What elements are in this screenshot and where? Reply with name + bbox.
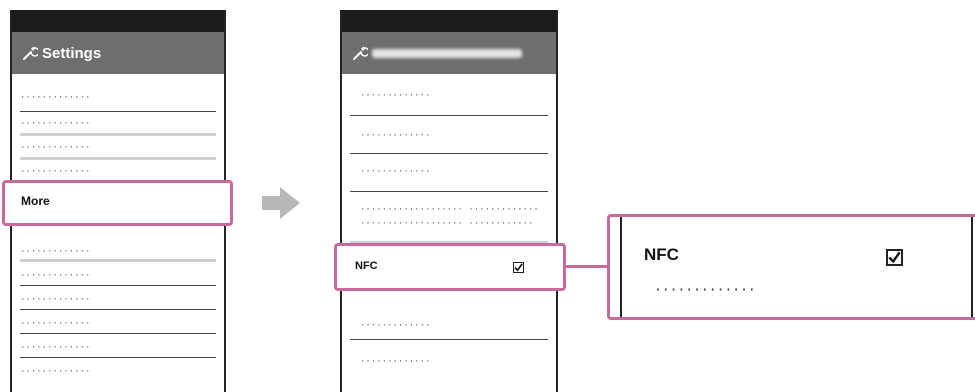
wrench-icon xyxy=(23,46,38,60)
list-item-label: ············· xyxy=(20,143,91,153)
zoom-nfc-label: NFC xyxy=(644,245,679,264)
nfc-zoom-callout: NFC ············· xyxy=(607,214,975,320)
more-label: More xyxy=(21,194,50,208)
list-item-label: ············· xyxy=(360,357,431,367)
wireless-title-bar xyxy=(342,32,556,74)
status-bar xyxy=(12,10,224,32)
list-item[interactable]: ············· xyxy=(350,306,548,340)
list-item-label: ············· xyxy=(20,343,91,353)
list-item[interactable]: ············· xyxy=(20,88,216,112)
list-item[interactable]: ············· xyxy=(350,76,548,116)
checkmark-icon xyxy=(888,251,901,264)
page-title: Settings xyxy=(42,44,102,62)
list-item-label: ············· xyxy=(20,93,91,103)
more-menu-item[interactable]: More xyxy=(2,180,233,226)
list-item-label: ············· xyxy=(20,271,91,281)
zoom-right-bar xyxy=(971,217,973,317)
list-item[interactable]: ············· xyxy=(20,310,216,334)
list-item[interactable]: ··················· ············· ······… xyxy=(350,192,548,244)
nfc-checkbox[interactable] xyxy=(513,262,524,273)
nfc-menu-item[interactable]: NFC xyxy=(334,243,566,291)
list-item[interactable]: ············· xyxy=(20,358,216,382)
zoom-connector xyxy=(566,265,610,268)
list-item-label: ············· xyxy=(360,91,431,101)
list-item[interactable]: ············· xyxy=(20,112,216,136)
list-item-label: ············· xyxy=(20,119,91,129)
wireless-networks-screen: ············· ············· ············… xyxy=(340,10,558,392)
list-item-label: ············· xyxy=(20,167,91,177)
list-item[interactable]: ············· xyxy=(350,116,548,154)
list-item-label: ··················· ············· xyxy=(360,205,539,215)
list-item-label: ············· xyxy=(20,247,91,257)
list-item-label: ············· xyxy=(360,131,431,141)
list-item[interactable]: ············· xyxy=(20,334,216,358)
arrow-right-icon xyxy=(262,187,300,219)
list-item[interactable]: ············· xyxy=(20,286,216,310)
list-item-label: ············· xyxy=(20,295,91,305)
list-item[interactable]: ············· xyxy=(20,240,216,262)
settings-title-bar: Settings xyxy=(12,32,224,74)
checkmark-icon xyxy=(514,263,523,272)
blurred-title xyxy=(372,48,522,58)
list-item[interactable]: ············· xyxy=(20,136,216,160)
zoom-nfc-summary: ············· xyxy=(654,283,756,298)
list-item[interactable]: ············· xyxy=(350,154,548,192)
list-item-label: ············· xyxy=(360,321,431,331)
list-item[interactable]: ············· xyxy=(20,262,216,286)
status-bar xyxy=(342,10,556,32)
list-item-summary: ··················· ············ xyxy=(360,219,534,229)
zoom-nfc-checkbox[interactable] xyxy=(886,249,903,266)
wrench-icon xyxy=(353,46,368,60)
zoom-left-bar xyxy=(620,217,622,317)
list-item-label: ············· xyxy=(360,167,431,177)
nfc-label: NFC xyxy=(355,260,378,272)
list-item-label: ············· xyxy=(20,367,91,377)
list-item-label: ············· xyxy=(20,319,91,329)
list-item[interactable]: ············· xyxy=(350,340,548,380)
